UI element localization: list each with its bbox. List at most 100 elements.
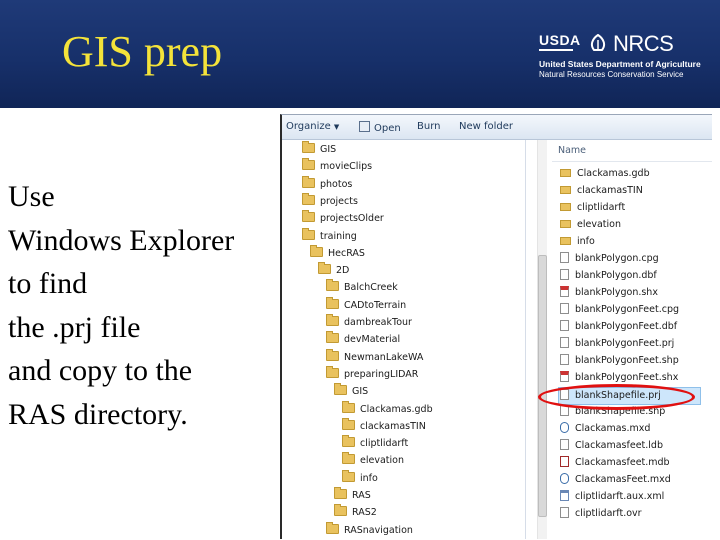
nav-tree-item[interactable]: RASnavigation	[326, 521, 413, 539]
file-icon	[560, 507, 569, 518]
file-name: ClackamasFeet.mxd	[575, 474, 671, 485]
file-list-item[interactable]: Clackamasfeet.ldb	[560, 438, 663, 454]
file-list-item[interactable]: ClackamasFeet.mxd	[560, 472, 671, 488]
slide-title: GIS prep	[62, 27, 223, 76]
file-name: elevation	[577, 219, 621, 230]
nav-tree-item[interactable]: GIS	[302, 141, 337, 158]
nav-tree-item[interactable]: elevation	[342, 452, 404, 469]
nav-tree-label: BalchCreek	[344, 282, 398, 294]
nav-tree-item[interactable]: devMaterial	[326, 331, 400, 348]
nav-tree-label: RAS2	[352, 507, 377, 519]
navigation-pane: GIS movieClips photos projects projectsOlder…	[282, 140, 525, 539]
nav-tree-item[interactable]: BalchCreek	[326, 279, 398, 296]
file-list-item[interactable]: cliptlidarft	[560, 200, 625, 216]
file-list-item[interactable]: info	[560, 234, 595, 250]
nrcs-wordmark: NRCS	[613, 31, 674, 56]
body-line: Windows Explorer	[8, 223, 235, 257]
file-name: clackamasTIN	[577, 185, 643, 196]
body-line: the .prj file	[8, 310, 141, 344]
nav-tree-item[interactable]: projects	[302, 192, 358, 210]
file-list-item[interactable]: elevation	[560, 217, 621, 233]
nav-tree-item[interactable]: clackamasTIN	[342, 417, 426, 435]
open-button[interactable]: Open	[359, 121, 401, 134]
nav-tree-item[interactable]: info	[342, 469, 378, 487]
file-list-item[interactable]: Clackamas.gdb	[560, 166, 650, 182]
usda-underline	[539, 49, 573, 51]
body-line: RAS directory.	[8, 397, 188, 431]
burn-button[interactable]: Burn	[417, 121, 440, 132]
file-list-item[interactable]: blankPolygon.shx	[560, 285, 658, 301]
nav-tree-item[interactable]: RAS2	[334, 504, 377, 521]
file-name: cliptlidarft	[577, 202, 626, 213]
file-list-item[interactable]: cliptlidarft.ovr	[560, 506, 642, 522]
file-list-item[interactable]: Clackamas.mxd	[560, 421, 650, 437]
file-name: blankPolygonFeet.shp	[575, 355, 679, 366]
nav-tree-item[interactable]: GIS	[334, 383, 368, 400]
organize-button[interactable]: Organize ▼	[286, 121, 339, 132]
file-list-item[interactable]: blankPolygon.dbf	[560, 268, 657, 284]
scrollbar-thumb[interactable]	[538, 255, 547, 517]
folder-icon	[342, 417, 355, 430]
folder-icon	[326, 314, 339, 326]
nav-tree-item[interactable]: preparingLIDAR	[326, 365, 418, 383]
folder-icon	[302, 210, 315, 223]
nav-tree-label: GIS	[320, 144, 337, 155]
folder-icon	[318, 262, 331, 275]
folder-icon	[302, 158, 315, 171]
file-list-item[interactable]: clackamasTIN	[560, 183, 643, 199]
new-folder-button[interactable]: New folder	[459, 121, 513, 132]
nav-tree-item[interactable]: Clackamas.gdb	[342, 400, 433, 418]
folder-icon	[310, 244, 323, 257]
file-name: blankPolygon.dbf	[575, 270, 657, 281]
file-icon	[560, 389, 569, 400]
file-list-item[interactable]: blankPolygonFeet.cpg	[560, 302, 679, 318]
nav-tree-item[interactable]: projectsOlder	[302, 210, 384, 227]
windows-explorer-window: Organize ▼ Open Burn New folder GIS movieC…	[280, 114, 712, 539]
file-icon	[560, 354, 569, 365]
file-list-item[interactable]: blankPolygon.cpg	[560, 251, 659, 267]
nav-tree-item[interactable]: RAS	[334, 487, 371, 504]
file-icon	[560, 320, 569, 331]
nav-tree-label: cliptlidarft	[360, 438, 409, 450]
folder-icon	[302, 141, 315, 153]
nav-tree-label: dambreakTour	[344, 317, 412, 328]
nav-tree-item[interactable]: photos	[302, 175, 353, 193]
slide-body-text: Use Windows Explorer to find the .prj fi…	[8, 175, 288, 436]
folder-icon	[560, 203, 571, 211]
nav-tree-item[interactable]: CADtoTerrain	[326, 296, 406, 314]
file-icon	[560, 405, 569, 416]
nav-tree-label: elevation	[360, 455, 404, 467]
file-list-item[interactable]: blankPolygonFeet.shx	[560, 370, 678, 386]
file-list-item[interactable]: blankPolygonFeet.prj	[560, 336, 674, 352]
column-header-divider	[552, 161, 712, 162]
file-list-item[interactable]: blankPolygonFeet.shp	[560, 353, 679, 369]
file-icon	[560, 252, 569, 263]
column-header-name[interactable]: Name	[558, 145, 586, 156]
file-list-item[interactable]: blankShapefile.shp	[560, 404, 665, 420]
nav-tree-item[interactable]: NewmanLakeWA	[326, 348, 423, 366]
body-line: Use	[8, 180, 55, 213]
file-list-item[interactable]: blankPolygonFeet.dbf	[560, 319, 677, 335]
nav-tree-label: Clackamas.gdb	[360, 403, 433, 415]
nav-tree-item[interactable]: cliptlidarft	[342, 435, 409, 452]
file-name: blankShapefile.prj	[575, 390, 661, 401]
nav-tree-item[interactable]: 2D	[318, 262, 349, 279]
file-list-item[interactable]: cliptlidarft.aux.xml	[560, 489, 664, 505]
nav-tree-item[interactable]: dambreakTour	[326, 314, 412, 331]
nav-tree-label: RAS	[352, 490, 371, 501]
nav-tree-label: photos	[320, 178, 353, 190]
nav-tree-label: RASnavigation	[344, 524, 413, 536]
file-name: blankPolygonFeet.dbf	[575, 321, 678, 332]
nav-tree-item[interactable]: HecRAS	[310, 244, 365, 262]
nav-tree-item[interactable]: training	[302, 227, 357, 245]
file-name: info	[577, 236, 595, 247]
folder-icon	[560, 220, 571, 228]
file-list-item[interactable]: Clackamasfeet.mdb	[560, 455, 670, 471]
nav-tree-item[interactable]: movieClips	[302, 158, 372, 175]
file-list-item[interactable]: blankShapefile.prj	[558, 387, 701, 405]
nav-tree-label: projectsOlder	[320, 213, 384, 225]
logo-department: United States Department of Agriculture	[539, 59, 701, 69]
file-name: blankPolygonFeet.shx	[575, 372, 679, 383]
folder-icon	[334, 383, 347, 396]
pane-divider[interactable]	[525, 140, 526, 539]
